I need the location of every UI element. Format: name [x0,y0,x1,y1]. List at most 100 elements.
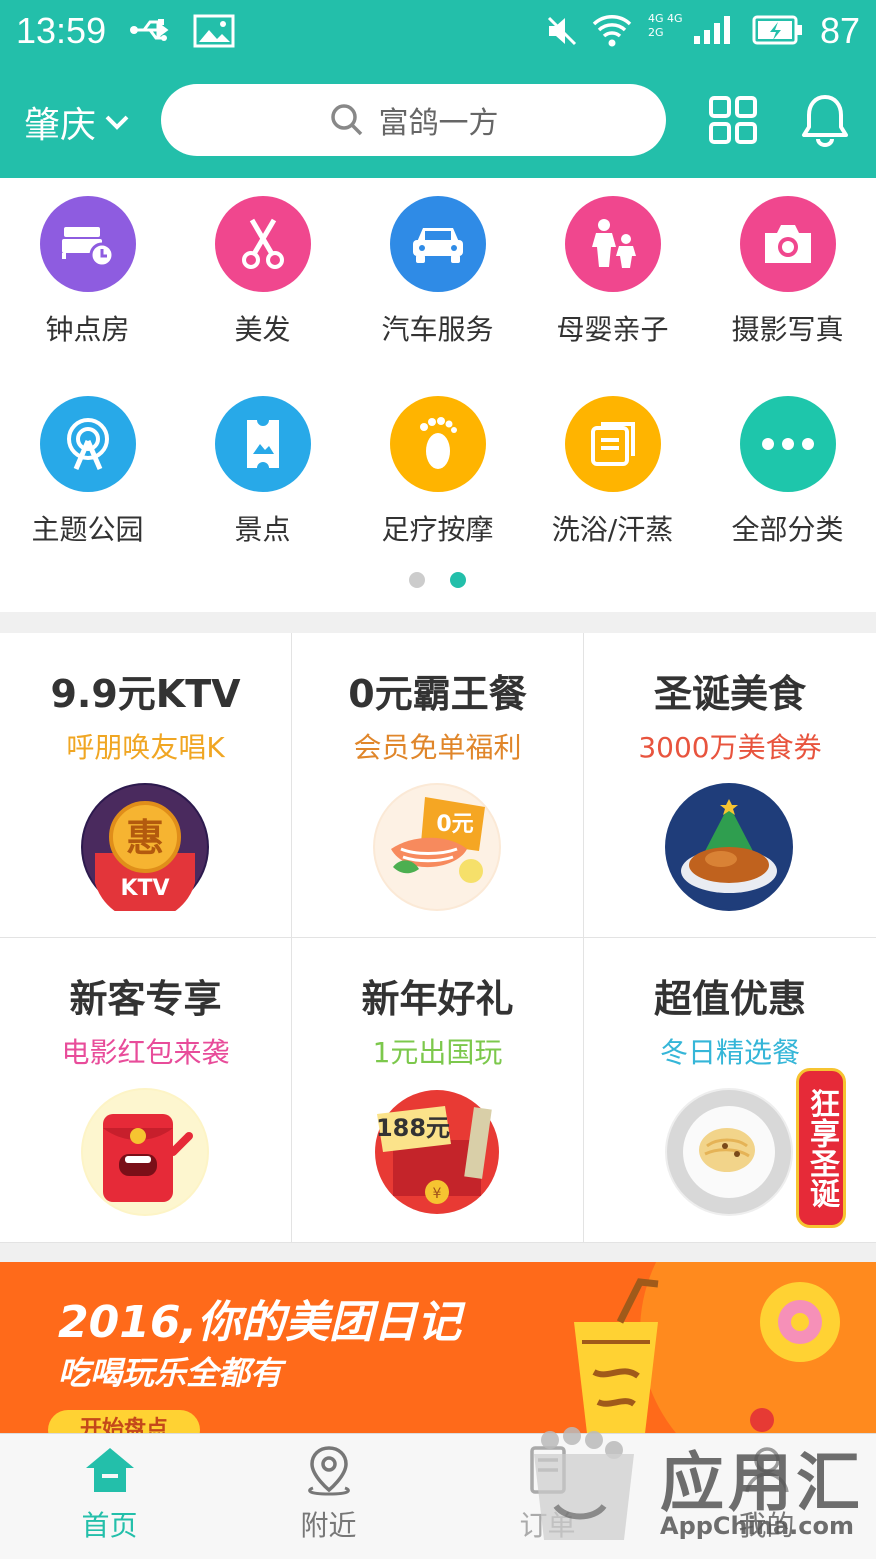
red-envelope-image [81,1088,209,1216]
category-all[interactable]: 全部分类 [700,396,875,548]
promo-ktv[interactable]: 9.9元KTV 呼朋唤友唱K 惠 KTV [0,633,292,938]
new-year-gift-badge: 188元 [376,1114,450,1142]
promo-new-customer[interactable]: 新客专享 电影红包来袭 [0,938,292,1243]
page-dot-active[interactable] [450,572,466,588]
ktv-coupon-badge: 惠 [126,816,164,860]
foot-icon [389,396,486,492]
free-meal-badge: 0元 [436,812,473,837]
category-label: 景点 [234,513,291,546]
tab-nearby[interactable]: 附近 [219,1444,438,1544]
svg-text:¥: ¥ [433,1186,442,1202]
promo-title: 超值优惠 [653,977,806,1021]
promo-subtitle: 电影红包来袭 [61,1036,230,1069]
promo-grid: 9.9元KTV 呼朋唤友唱K 惠 KTV 0元霸王餐 会员免单福利 0元 圣诞美… [0,633,876,1243]
appchina-logo-icon [534,1427,634,1540]
pasta-plate-image [665,1088,793,1216]
qr-code-icon [709,96,757,144]
travel-ticket-image: 188元 ¥ [373,1088,501,1216]
battery-level: 87 [819,10,860,51]
car-icon [389,196,486,292]
status-time: 13:59 [16,10,107,51]
banner-title: 2016,你的美团日记 [58,1297,462,1348]
promo-title: 0元霸王餐 [348,672,527,716]
promo-title: 新客专享 [69,977,222,1021]
category-label: 全部分类 [731,513,844,546]
promo-subtitle: 呼朋唤友唱K [66,731,225,764]
search-icon [330,104,362,136]
category-foot-massage[interactable]: 足疗按摩 [350,396,525,548]
camera-icon [739,196,836,292]
category-label: 摄影写真 [731,313,844,346]
category-label: 钟点房 [45,313,130,346]
promo-value-deal[interactable]: 超值优惠 冬日精选餐 狂享圣诞 [584,938,876,1243]
search-box[interactable]: 富鸽一方 [161,84,666,156]
promo-title: 圣诞美食 [653,672,806,716]
wifi-icon [592,14,632,52]
page-indicator [0,572,876,592]
qr-scan-button[interactable] [708,95,758,149]
notification-button[interactable] [800,93,850,151]
network-type-bottom: 2G [648,26,664,39]
promo-free-meal[interactable]: 0元霸王餐 会员免单福利 0元 [292,633,584,938]
tab-home[interactable]: 首页 [0,1444,219,1544]
ktv-coupon-tag: KTV [120,876,169,901]
category-hourly-room[interactable]: 钟点房 [0,196,175,348]
category-car-service[interactable]: 汽车服务 [350,196,525,348]
appchina-watermark: 应用汇 AppChina.com [520,1418,876,1559]
status-bar: 13:59 4G 4G 2G 87 [0,0,876,64]
promo-title: 新年好礼 [361,977,514,1021]
hourly-room-icon [39,196,136,292]
category-bath-sauna[interactable]: 洗浴/汗蒸 [525,396,700,548]
promo-title: 9.9元KTV [50,672,241,716]
home-icon [85,1448,134,1492]
more-icon [739,396,836,492]
mute-icon [545,14,579,52]
battery-icon [752,14,804,50]
category-grid: 钟点房 美发 汽车服务 母婴亲子 摄影写真 主题公园 景点 足疗按摩 洗浴/汗蒸… [0,178,876,612]
image-icon [193,14,235,52]
category-label: 主题公园 [31,513,144,546]
category-scenic-spot[interactable]: 景点 [175,396,350,548]
city-name: 肇庆 [24,105,97,146]
category-label: 足疗按摩 [381,513,494,546]
watermark-title: 应用汇 [660,1447,864,1521]
location-pin-icon [307,1446,350,1496]
tab-label: 附近 [300,1509,357,1542]
category-hair[interactable]: 美发 [175,196,350,348]
ferris-wheel-icon [39,396,136,492]
usb-icon [128,14,178,50]
page-dot[interactable] [409,572,425,588]
network-type-top: 4G 4G [648,12,683,25]
promo-christmas-food[interactable]: 圣诞美食 3000万美食券 [584,633,876,938]
city-selector[interactable]: 肇庆 [24,96,130,148]
category-label: 美发 [234,313,291,346]
scissors-icon [214,196,311,292]
category-label: 母婴亲子 [556,313,669,346]
christmas-ribbon: 狂享圣诞 [796,1068,846,1228]
ktv-coupon-image: 惠 KTV [81,783,209,921]
promo-subtitle: 1元出国玩 [372,1036,503,1069]
tab-label: 首页 [81,1509,138,1542]
promo-new-year-gift[interactable]: 新年好礼 1元出国玩 188元 ¥ [292,938,584,1243]
category-photography[interactable]: 摄影写真 [700,196,875,348]
salmon-dish-image: 0元 [373,783,501,911]
parent-child-icon [564,196,661,292]
promo-subtitle: 会员免单福利 [353,731,522,764]
roast-turkey-image [665,783,793,911]
category-label: 汽车服务 [381,313,494,346]
category-parent-child[interactable]: 母婴亲子 [525,196,700,348]
promo-subtitle: 3000万美食券 [638,731,822,764]
network-type: 4G 4G 2G [648,12,683,40]
bath-icon [564,396,661,492]
category-label: 洗浴/汗蒸 [551,513,674,546]
promo-banner[interactable]: 2016,你的美团日记 吃喝玩乐全都有 开始盘点 [0,1262,876,1437]
search-input[interactable]: 富鸽一方 [379,98,499,142]
banner-subtitle: 吃喝玩乐全都有 [58,1354,283,1392]
category-theme-park[interactable]: 主题公园 [0,396,175,548]
chevron-down-icon [105,115,129,130]
top-bar: 13:59 4G 4G 2G 87 肇庆 富鸽一方 [0,0,876,178]
ticket-icon [214,396,311,492]
signal-icon [692,14,734,50]
promo-subtitle: 冬日精选餐 [659,1036,800,1069]
watermark-site: AppChina.com [660,1512,854,1540]
